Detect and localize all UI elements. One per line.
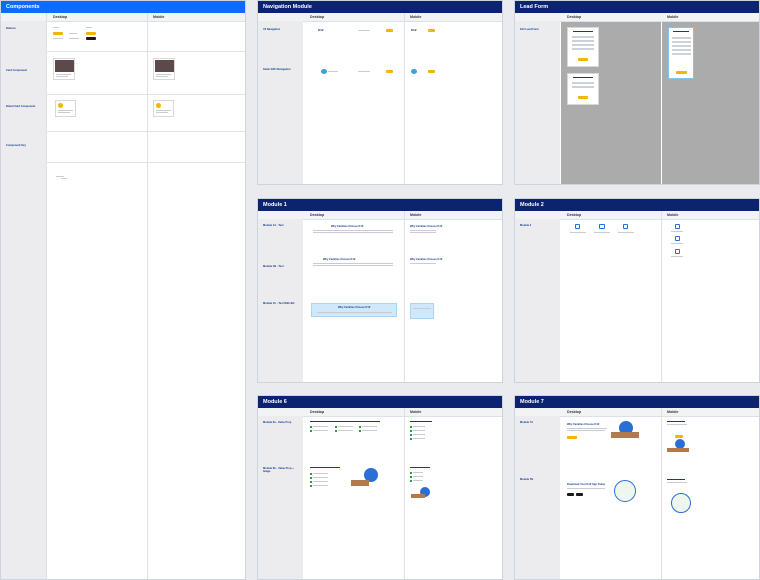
feature-icon-mobile — [675, 236, 680, 241]
feature-icon-mobile — [675, 249, 680, 254]
row-label: Component Key — [6, 144, 26, 147]
module-7a-cta — [567, 436, 577, 439]
row-label-column — [515, 416, 560, 579]
col-mobile: Mobile — [667, 15, 679, 19]
module-1-board: Module 1 Desktop Mobile Module 1A - Text… — [257, 198, 503, 383]
board-title: Module 2 — [515, 199, 759, 211]
app-phone-image-mobile — [671, 493, 691, 513]
board-title: Components — [1, 1, 245, 13]
row-label: Module 1B - Text — [263, 265, 284, 268]
components-board: Components Desktop Mobile Buttons Card C… — [0, 0, 246, 580]
primary-button-sample — [53, 32, 63, 35]
col-desktop: Desktop — [567, 410, 582, 414]
feature-icon — [623, 224, 628, 229]
module-1c-bg-mobile — [410, 303, 434, 319]
row-label: Card Component — [6, 69, 28, 72]
module-headline-mobile: Why Families Choose K12 — [410, 258, 443, 261]
google-play-badge — [576, 493, 583, 496]
board-title: Module 1 — [258, 199, 502, 211]
row-label: V2 Navigation — [263, 28, 281, 31]
navigation-module-board: Navigation Module Desktop Mobile V2 Navi… — [257, 0, 503, 185]
row-label-column — [515, 21, 560, 184]
col-desktop: Desktop — [310, 213, 325, 217]
row-label: Module 7A — [520, 421, 534, 424]
col-desktop: Desktop — [567, 15, 582, 19]
nav-cta-button-mobile — [428, 29, 435, 32]
k12-logo: K12 — [318, 28, 324, 32]
brand-card-mobile — [153, 100, 174, 117]
col-desktop: Desktop — [53, 15, 68, 19]
row-label-column — [258, 416, 303, 579]
nav-cta-button — [386, 70, 393, 73]
module-7-board: Module 7 Desktop Mobile Module 7A Module… — [514, 395, 760, 580]
board-title: Module 7 — [515, 396, 759, 408]
app-store-badge — [567, 493, 574, 496]
module-headline: Why Families Choose K12 — [331, 225, 364, 228]
nav-cta-button — [386, 29, 393, 32]
lead-form-board: Lead Form Desktop Mobile K12 Lead Form — [514, 0, 760, 185]
feature-icon — [575, 224, 580, 229]
col-mobile: Mobile — [410, 213, 422, 217]
primary-button-sample — [86, 32, 96, 35]
nav-cta-button-mobile — [428, 70, 435, 73]
dark-button-sample — [86, 37, 96, 40]
card-component-mobile — [153, 58, 175, 80]
module-7a-headline: Why Families Choose K12 — [567, 423, 600, 426]
submit-button — [578, 58, 588, 61]
col-mobile: Mobile — [153, 15, 165, 19]
col-desktop: Desktop — [567, 213, 582, 217]
col-desktop: Desktop — [310, 410, 325, 414]
row-label-column — [258, 219, 303, 382]
submit-button — [578, 96, 588, 99]
row-label: Brand Card Component — [6, 105, 36, 108]
col-mobile: Mobile — [667, 213, 679, 217]
k12-logo-mobile: K12 — [411, 28, 417, 32]
row-label: Module 2 — [520, 224, 532, 227]
board-title: Lead Form — [515, 1, 759, 13]
edu-logo-mobile — [411, 69, 417, 74]
card-photo — [155, 60, 174, 72]
col-mobile: Mobile — [410, 15, 422, 19]
row-label-column — [258, 21, 303, 184]
module-7b-headline: Download Your K12 App Today — [567, 483, 606, 486]
row-label: K12 Lead Form — [520, 28, 539, 31]
edu-logo — [321, 69, 327, 74]
row-label: Module 1A - Text — [263, 224, 284, 227]
col-mobile: Mobile — [410, 410, 422, 414]
board-title: Module 6 — [258, 396, 502, 408]
module-7a-desk — [611, 432, 639, 438]
feature-icon — [599, 224, 605, 229]
col-desktop: Desktop — [310, 15, 325, 19]
row-label: Buttons — [6, 27, 16, 30]
module-headline-mobile: Why Families Choose K12 — [410, 225, 443, 228]
module-1c-bg: Why Families Choose K12 — [311, 303, 397, 317]
col-mobile: Mobile — [667, 410, 679, 414]
card-component-desktop — [53, 58, 75, 80]
card-photo — [55, 60, 74, 72]
module-2-board: Module 2 Desktop Mobile Module 2 — [514, 198, 760, 383]
brand-card-desktop — [55, 100, 76, 117]
app-phone-image — [614, 480, 636, 502]
lead-form-desktop-1 — [567, 27, 599, 67]
lead-form-mobile — [668, 27, 694, 79]
row-label: Module 6b - Value Prop + Image — [263, 467, 294, 473]
row-label: Module 6a - Value Prop — [263, 421, 292, 424]
module-7a-cta-mobile — [675, 435, 683, 438]
desk-image — [351, 480, 369, 486]
row-label: Smart EDU Navigation — [263, 68, 291, 71]
board-title: Navigation Module — [258, 1, 502, 13]
row-label-column — [515, 219, 560, 382]
row-label: Module 1C - Text With BG — [263, 302, 295, 305]
module-6-board: Module 6 Desktop Mobile Module 6a - Valu… — [257, 395, 503, 580]
brand-badge — [156, 103, 161, 108]
lead-form-desktop-2 — [567, 73, 599, 105]
row-label: Module 7B — [520, 478, 534, 481]
submit-button-mobile — [676, 71, 687, 74]
desk-image-mobile — [411, 494, 425, 498]
module-7a-desk-mobile — [667, 448, 689, 452]
feature-icon-mobile — [675, 224, 680, 229]
brand-badge — [58, 103, 63, 108]
module-headline: Why Families Choose K12 — [338, 306, 371, 309]
module-headline: Why Families Choose K12 — [323, 258, 356, 261]
